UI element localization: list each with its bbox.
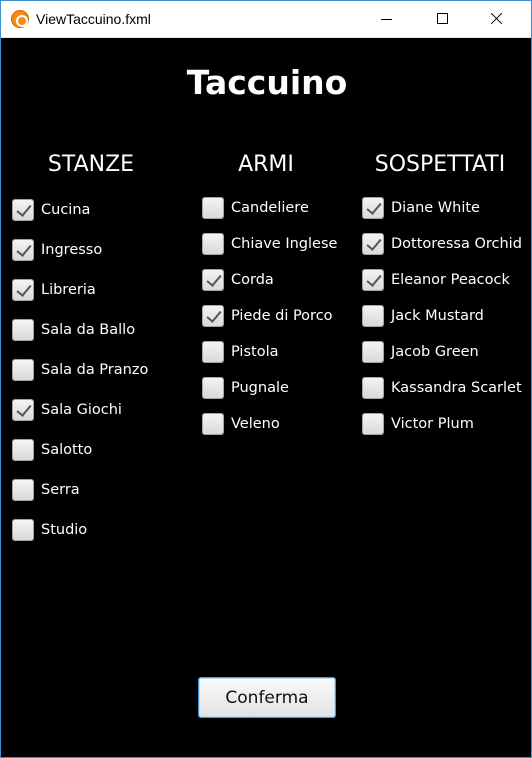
checkbox-label: Salotto: [41, 442, 93, 458]
checkbox-label: Cucina: [41, 202, 91, 218]
checkbox-checked[interactable]: [12, 199, 34, 221]
stanze-item[interactable]: Serra: [12, 478, 80, 502]
sospettati-item[interactable]: Dottoressa Orchid: [362, 232, 522, 256]
checkbox-label: Candeliere: [231, 200, 309, 216]
stanze-item[interactable]: Sala da Ballo: [12, 318, 135, 342]
checkbox-unchecked[interactable]: [362, 377, 384, 399]
checkbox-label: Libreria: [41, 282, 96, 298]
stanze-item[interactable]: Salotto: [12, 438, 92, 462]
stanze-item[interactable]: Libreria: [12, 278, 96, 302]
checkbox-unchecked[interactable]: [12, 479, 34, 501]
column-title-stanze: STANZE: [47, 152, 135, 177]
stanze-item[interactable]: Sala Giochi: [12, 398, 122, 422]
armi-item[interactable]: Veleno: [202, 412, 280, 436]
sospettati-item[interactable]: Diane White: [362, 196, 480, 220]
maximize-button[interactable]: [414, 1, 460, 38]
checkbox-label: Ingresso: [41, 242, 103, 258]
armi-item[interactable]: Corda: [202, 268, 274, 292]
column-title-armi: ARMI: [238, 152, 294, 177]
armi-item[interactable]: Pugnale: [202, 376, 289, 400]
checkbox-checked[interactable]: [12, 399, 34, 421]
sospettati-item[interactable]: Jack Mustard: [362, 304, 484, 328]
checkbox-checked[interactable]: [362, 197, 384, 219]
checkbox-label: Jack Mustard: [391, 308, 484, 324]
app-icon: [11, 10, 29, 28]
checkbox-unchecked[interactable]: [202, 233, 224, 255]
checkbox-checked[interactable]: [12, 239, 34, 261]
checkbox-checked[interactable]: [202, 305, 224, 327]
checkbox-unchecked[interactable]: [12, 439, 34, 461]
checkbox-label: Serra: [41, 482, 80, 498]
checkbox-checked[interactable]: [202, 269, 224, 291]
stanze-item[interactable]: Cucina: [12, 198, 90, 222]
maximize-icon: [437, 13, 448, 24]
armi-item[interactable]: Piede di Porco: [202, 304, 333, 328]
checkbox-label: Pugnale: [231, 380, 289, 396]
checkbox-label: Chiave Inglese: [231, 236, 338, 252]
stanze-item[interactable]: Studio: [12, 518, 87, 542]
checkbox-checked[interactable]: [362, 233, 384, 255]
minimize-icon: [381, 19, 392, 20]
armi-item[interactable]: Pistola: [202, 340, 278, 364]
checkbox-label: Sala da Pranzo: [41, 362, 149, 378]
checkbox-unchecked[interactable]: [202, 377, 224, 399]
minimize-button[interactable]: [368, 1, 414, 38]
checkbox-label: Studio: [41, 522, 88, 538]
page-title: Taccuino: [186, 63, 348, 102]
checkbox-unchecked[interactable]: [202, 413, 224, 435]
checkbox-unchecked[interactable]: [12, 359, 34, 381]
confirm-button[interactable]: Conferma: [198, 677, 336, 718]
stanze-item[interactable]: Ingresso: [12, 238, 102, 262]
sospettati-item[interactable]: Eleanor Peacock: [362, 268, 510, 292]
sospettati-item[interactable]: Kassandra Scarlet: [362, 376, 522, 400]
armi-item[interactable]: Chiave Inglese: [202, 232, 337, 256]
close-button[interactable]: [477, 1, 523, 38]
checkbox-label: Piede di Porco: [231, 308, 333, 324]
column-title-sospettati: SOSPETTATI: [374, 152, 506, 177]
checkbox-checked[interactable]: [362, 269, 384, 291]
checkbox-label: Veleno: [231, 416, 280, 432]
checkbox-unchecked[interactable]: [362, 413, 384, 435]
checkbox-unchecked[interactable]: [362, 341, 384, 363]
checkbox-label: Kassandra Scarlet: [391, 380, 522, 396]
checkbox-label: Corda: [231, 272, 274, 288]
stanze-item[interactable]: Sala da Pranzo: [12, 358, 148, 382]
checkbox-label: Dottoressa Orchid: [391, 236, 522, 252]
checkbox-label: Diane White: [391, 200, 480, 216]
checkbox-label: Jacob Green: [391, 344, 479, 360]
checkbox-unchecked[interactable]: [202, 197, 224, 219]
window-title: ViewTaccuino.fxml: [36, 11, 151, 27]
checkbox-label: Sala da Ballo: [41, 322, 136, 338]
armi-item[interactable]: Candeliere: [202, 196, 309, 220]
sospettati-item[interactable]: Jacob Green: [362, 340, 479, 364]
checkbox-unchecked[interactable]: [12, 519, 34, 541]
title-bar: ViewTaccuino.fxml: [1, 1, 531, 38]
app-window: ViewTaccuino.fxml Taccuino STANZE ARMI S…: [0, 0, 532, 758]
checkbox-checked[interactable]: [12, 279, 34, 301]
checkbox-unchecked[interactable]: [202, 341, 224, 363]
checkbox-label: Victor Plum: [391, 416, 474, 432]
checkbox-label: Pistola: [231, 344, 279, 360]
checkbox-label: Eleanor Peacock: [391, 272, 510, 288]
checkbox-label: Sala Giochi: [41, 402, 122, 418]
checkbox-unchecked[interactable]: [12, 319, 34, 341]
sospettati-item[interactable]: Victor Plum: [362, 412, 474, 436]
checkbox-unchecked[interactable]: [362, 305, 384, 327]
